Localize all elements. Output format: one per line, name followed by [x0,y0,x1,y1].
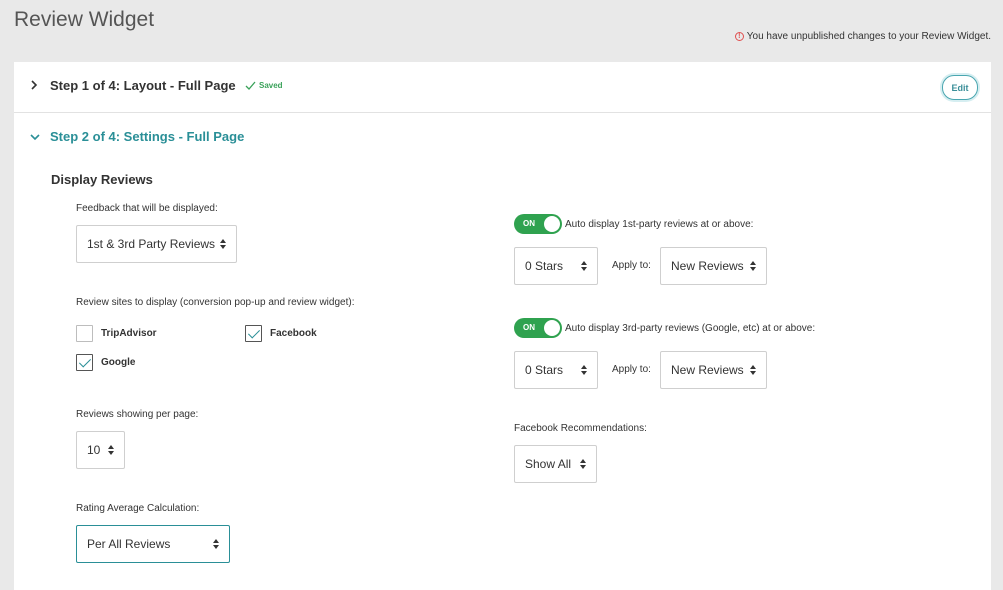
warning-icon: ! [734,32,744,41]
unpublished-text: You have unpublished changes to your Rev… [746,31,991,42]
stars-value: 0 Stars [525,363,564,377]
toggle-knob [544,216,560,232]
rating-avg-select[interactable]: Per All Reviews [76,525,230,563]
apply-value: New Reviews [671,363,744,377]
feedback-select[interactable]: 1st & 3rd Party Reviews [76,225,237,263]
select-arrows-icon [750,261,756,271]
unpublished-notice: ! You have unpublished changes to your R… [734,31,991,42]
checkbox-box[interactable] [76,325,93,342]
select-arrows-icon [220,239,226,249]
edit-button[interactable]: Edit [942,75,978,100]
toggle-third-party[interactable]: ON [514,318,562,338]
rating-avg-value: Per All Reviews [87,537,171,551]
checkbox-label: Facebook [270,328,317,339]
step1-header[interactable]: Step 1 of 4: Layout - Full Page Saved Ed… [14,62,991,113]
saved-status: Saved [245,81,283,90]
first-party-apply-select[interactable]: New Reviews [660,247,767,285]
apply-value: New Reviews [671,259,744,273]
checkbox-label: Google [101,357,136,368]
checkbox-facebook[interactable]: Facebook [245,325,317,342]
chevron-down-icon[interactable] [30,133,40,141]
saved-label: Saved [259,81,283,90]
toggle-knob [544,320,560,336]
check-icon [245,81,256,90]
feedback-value: 1st & 3rd Party Reviews [87,237,216,251]
per-page-label: Reviews showing per page: [76,409,199,420]
page-title: Review Widget [14,8,155,31]
select-arrows-icon [580,459,586,469]
apply-to-label: Apply to: [612,364,651,375]
toggle-text: ON [523,219,535,228]
select-arrows-icon [108,445,114,455]
fb-recs-label: Facebook Recommendations: [514,423,647,434]
feedback-label: Feedback that will be displayed: [76,203,218,214]
chevron-right-icon[interactable] [30,80,38,90]
step2-header[interactable]: Step 2 of 4: Settings - Full Page [14,113,991,163]
review-sites-label: Review sites to display (conversion pop-… [76,297,355,308]
checkbox-google[interactable]: Google [76,354,135,371]
select-arrows-icon [581,365,587,375]
first-party-label: Auto display 1st-party reviews at or abo… [565,219,754,230]
fb-recs-value: Show All [525,457,572,471]
select-arrows-icon [213,539,219,549]
first-party-stars-select[interactable]: 0 Stars [514,247,598,285]
checkbox-box[interactable] [76,354,93,371]
checkbox-label: TripAdvisor [101,328,157,339]
apply-to-label: Apply to: [612,260,651,271]
third-party-label: Auto display 3rd-party reviews (Google, … [565,323,816,334]
stars-value: 0 Stars [525,259,564,273]
per-page-value: 10 [87,443,101,457]
section-title: Display Reviews [51,172,153,187]
toggle-first-party[interactable]: ON [514,214,562,234]
fb-recs-select[interactable]: Show All [514,445,597,483]
settings-card: Step 1 of 4: Layout - Full Page Saved Ed… [14,62,991,590]
rating-avg-label: Rating Average Calculation: [76,503,200,514]
checkbox-tripadvisor[interactable]: TripAdvisor [76,325,157,342]
third-party-apply-select[interactable]: New Reviews [660,351,767,389]
per-page-select[interactable]: 10 [76,431,125,469]
checkbox-box[interactable] [245,325,262,342]
toggle-text: ON [523,323,535,332]
step2-title[interactable]: Step 2 of 4: Settings - Full Page [50,129,244,144]
select-arrows-icon [581,261,587,271]
select-arrows-icon [750,365,756,375]
step1-title[interactable]: Step 1 of 4: Layout - Full Page [50,78,236,93]
third-party-stars-select[interactable]: 0 Stars [514,351,598,389]
